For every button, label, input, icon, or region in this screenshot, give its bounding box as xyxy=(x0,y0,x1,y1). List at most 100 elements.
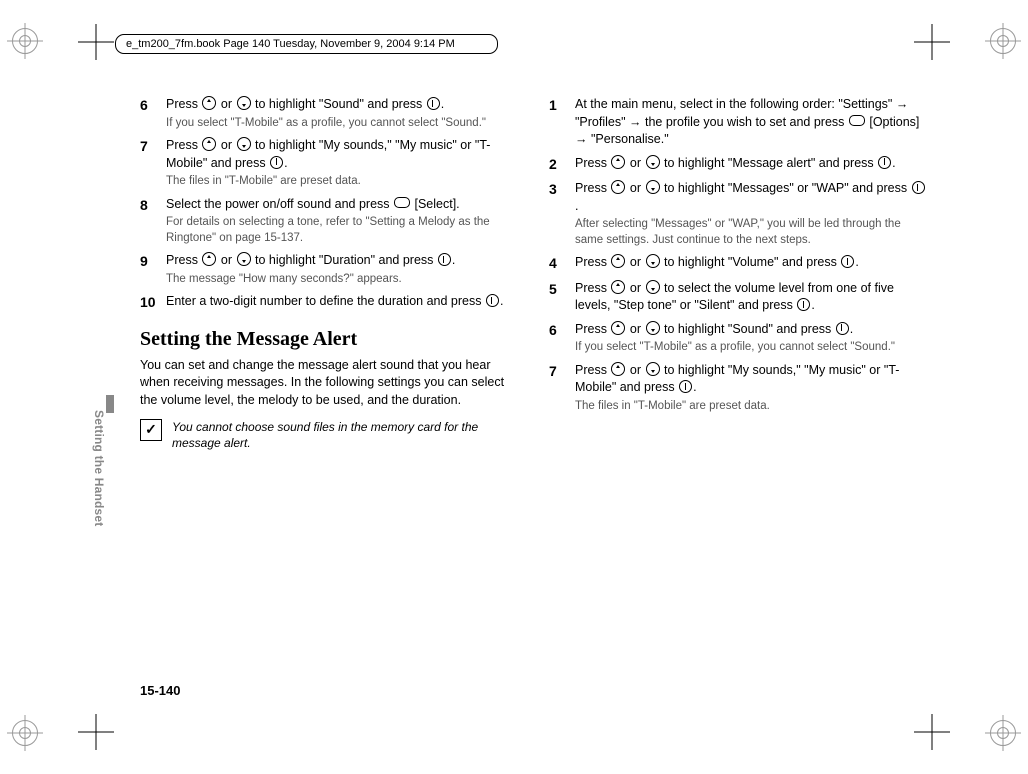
step-body: Enter a two-digit number to define the d… xyxy=(166,293,519,313)
step-text: . xyxy=(892,156,895,170)
center-key-icon xyxy=(270,156,283,169)
step-text: . xyxy=(850,322,853,336)
step-text: to highlight "Sound" and press xyxy=(252,97,426,111)
step-number: 1 xyxy=(549,96,575,149)
step-number: 4 xyxy=(549,254,575,274)
tip-box: ✓ You cannot choose sound files in the m… xyxy=(140,419,519,451)
step-text: Press xyxy=(166,97,201,111)
registration-mark-icon xyxy=(990,720,1016,746)
up-key-icon xyxy=(202,252,216,266)
step-body: Press or to highlight "Sound" and press … xyxy=(166,96,519,131)
down-key-icon xyxy=(237,96,251,110)
step-item: 6 Press or to highlight "Sound" and pres… xyxy=(549,321,928,356)
step-text: or xyxy=(217,253,235,267)
center-key-icon xyxy=(797,298,810,311)
step-body: Press or to highlight "My sounds," "My m… xyxy=(166,137,519,190)
step-text: . xyxy=(811,298,814,312)
center-key-icon xyxy=(679,380,692,393)
step-number: 3 xyxy=(549,180,575,248)
step-item: 6 Press or to highlight "Sound" and pres… xyxy=(140,96,519,131)
registration-mark-icon xyxy=(12,720,38,746)
center-key-icon xyxy=(878,156,891,169)
step-text: Press xyxy=(575,255,610,269)
up-key-icon xyxy=(611,155,625,169)
step-number: 6 xyxy=(140,96,166,131)
step-number: 8 xyxy=(140,196,166,247)
section-marker xyxy=(106,395,114,413)
step-number: 7 xyxy=(549,362,575,415)
step-body: Press or to highlight "Message alert" an… xyxy=(575,155,928,175)
step-note: If you select "T-Mobile" as a profile, y… xyxy=(575,340,928,356)
step-note: After selecting "Messages" or "WAP," you… xyxy=(575,217,928,248)
step-text: or xyxy=(626,156,644,170)
softkey-icon xyxy=(394,197,410,208)
check-icon: ✓ xyxy=(140,419,162,441)
step-number: 10 xyxy=(140,293,166,313)
step-number: 9 xyxy=(140,252,166,287)
step-text: Press xyxy=(166,253,201,267)
section-heading: Setting the Message Alert xyxy=(140,325,519,353)
step-body: Press or to highlight "Volume" and press… xyxy=(575,254,928,274)
step-note: The files in "T-Mobile" are preset data. xyxy=(575,399,928,415)
down-key-icon xyxy=(646,254,660,268)
step-text: . xyxy=(855,255,858,269)
step-note: The message "How many seconds?" appears. xyxy=(166,272,519,288)
down-key-icon xyxy=(237,252,251,266)
center-key-icon xyxy=(486,294,499,307)
center-key-icon xyxy=(438,253,451,266)
step-item: 8 Select the power on/off sound and pres… xyxy=(140,196,519,247)
step-body: Press or to select the volume level from… xyxy=(575,280,928,315)
step-text: . xyxy=(500,294,503,308)
step-note: If you select "T-Mobile" as a profile, y… xyxy=(166,116,519,132)
down-key-icon xyxy=(646,180,660,194)
page-header: e_tm200_7fm.book Page 140 Tuesday, Novem… xyxy=(115,34,498,54)
crop-mark-icon xyxy=(914,714,950,750)
registration-mark-icon xyxy=(12,28,38,54)
step-body: At the main menu, select in the followin… xyxy=(575,96,928,149)
step-text: or xyxy=(626,322,644,336)
page-number: 15-140 xyxy=(140,683,180,698)
step-text: . xyxy=(284,156,287,170)
step-text: Select the power on/off sound and press xyxy=(166,197,393,211)
step-text: Press xyxy=(575,281,610,295)
step-text: or xyxy=(217,97,235,111)
down-key-icon xyxy=(237,137,251,151)
step-text: Press xyxy=(166,138,201,152)
step-number: 2 xyxy=(549,155,575,175)
step-item: 1 At the main menu, select in the follow… xyxy=(549,96,928,149)
center-key-icon xyxy=(841,255,854,268)
step-text: or xyxy=(626,281,644,295)
step-text: to highlight "Volume" and press xyxy=(661,255,841,269)
step-body: Press or to highlight "Sound" and press … xyxy=(575,321,928,356)
down-key-icon xyxy=(646,321,660,335)
softkey-icon xyxy=(849,115,865,126)
step-text: to highlight "Sound" and press xyxy=(661,322,835,336)
step-text: or xyxy=(626,255,644,269)
step-number: 6 xyxy=(549,321,575,356)
step-item: 4 Press or to highlight "Volume" and pre… xyxy=(549,254,928,274)
up-key-icon xyxy=(611,280,625,294)
up-key-icon xyxy=(611,362,625,376)
step-item: 7 Press or to highlight "My sounds," "My… xyxy=(140,137,519,190)
up-key-icon xyxy=(611,321,625,335)
section-tab-label: Setting the Handset xyxy=(92,410,106,526)
step-text: or xyxy=(217,138,235,152)
section-intro: You can set and change the message alert… xyxy=(140,357,519,410)
step-text: . xyxy=(575,199,578,213)
crop-mark-icon xyxy=(914,24,950,60)
step-text: to highlight "Messages" or "WAP" and pre… xyxy=(661,181,911,195)
down-key-icon xyxy=(646,155,660,169)
step-text: to highlight "Duration" and press xyxy=(252,253,437,267)
down-key-icon xyxy=(646,362,660,376)
step-text: to highlight "Message alert" and press xyxy=(661,156,878,170)
step-text: or xyxy=(626,363,644,377)
step-body: Select the power on/off sound and press … xyxy=(166,196,519,247)
step-text: Press xyxy=(575,181,610,195)
up-key-icon xyxy=(202,96,216,110)
step-text: or xyxy=(626,181,644,195)
step-body: Press or to highlight "Messages" or "WAP… xyxy=(575,180,928,248)
step-text: . xyxy=(693,380,696,394)
center-key-icon xyxy=(912,181,925,194)
right-column: 1 At the main menu, select in the follow… xyxy=(549,90,928,704)
up-key-icon xyxy=(202,137,216,151)
